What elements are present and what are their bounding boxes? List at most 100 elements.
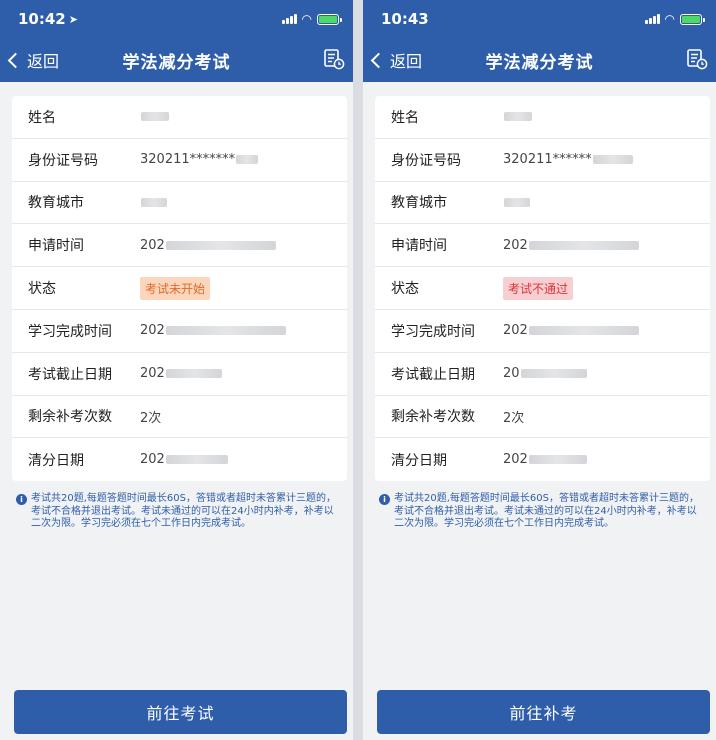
wifi-icon: ◠ (301, 12, 312, 26)
row-label: 清分日期 (391, 452, 447, 469)
exam-rules-notice: i 考试共20题,每题答题时间最长60S，答错或者超时未答累计三题的，考试不合格… (16, 493, 343, 531)
info-icon: i (379, 494, 390, 506)
redacted-mask (141, 112, 169, 122)
app-header: 10:43 ◠ 返回 学法减分考试 (363, 0, 716, 82)
nav-bar: 返回 学法减分考试 (0, 38, 353, 82)
redacted-mask (165, 240, 276, 250)
row-label: 状态 (391, 281, 419, 298)
row-label: 姓名 (391, 109, 419, 126)
row-value: 202 (503, 452, 528, 468)
row-label: 剩余补考次数 (391, 409, 475, 426)
redacted-mask (236, 155, 259, 165)
row-label: 身份证号码 (391, 152, 461, 169)
row-label: 学习完成时间 (391, 323, 475, 340)
info-icon: i (16, 494, 27, 506)
screen-exam-failed: 10:43 ◠ 返回 学法减分考试 姓名 身份证号码 320211****** … (363, 0, 716, 740)
info-row-study-complete-time: 学习完成时间 202 (12, 310, 347, 353)
redacted-mask (504, 197, 530, 207)
redacted-mask (528, 326, 639, 336)
screen-exam-not-started: 10:42 ➤ ◠ 返回 学法减分考试 姓名 身份证号码 320211*****… (0, 0, 353, 740)
redacted-mask (165, 326, 286, 336)
row-label: 学习完成时间 (28, 323, 112, 340)
info-row-status: 状态 考试未开始 (12, 267, 347, 310)
row-label: 考试截止日期 (391, 366, 475, 383)
row-value: 202 (503, 323, 528, 339)
wifi-icon: ◠ (664, 12, 675, 26)
redacted-mask (141, 197, 167, 207)
notice-text: 考试共20题,每题答题时间最长60S，答错或者超时未答累计三题的，考试不合格并退… (31, 493, 336, 530)
nav-bar: 返回 学法减分考试 (363, 38, 716, 82)
app-header: 10:42 ➤ ◠ 返回 学法减分考试 (0, 0, 353, 82)
status-time: 10:42 ➤ (18, 10, 78, 28)
battery-icon (317, 13, 342, 25)
info-row-name: 姓名 (375, 96, 710, 139)
info-row-exam-deadline: 考试截止日期 202 (12, 353, 347, 396)
status-bar: 10:43 ◠ (363, 0, 716, 38)
row-value: 202 (140, 366, 165, 382)
info-row-study-complete-time: 学习完成时间 202 (375, 310, 710, 353)
row-label: 清分日期 (28, 452, 84, 469)
info-row-clear-date: 清分日期 202 (375, 438, 710, 481)
info-row-exam-deadline: 考试截止日期 20 (375, 353, 710, 396)
system-indicators: ◠ (281, 12, 342, 26)
info-row-apply-time: 申请时间 202 (12, 224, 347, 268)
exam-rules-notice: i 考试共20题,每题答题时间最长60S，答错或者超时未答累计三题的，考试不合格… (379, 493, 706, 531)
row-value: 2次 (140, 410, 162, 426)
row-value: 320211******* (140, 152, 236, 168)
info-row-city: 教育城市 (12, 182, 347, 225)
row-value: 202 (140, 323, 165, 339)
row-value: 202 (503, 237, 528, 253)
document-clock-icon[interactable] (323, 48, 345, 70)
info-row-clear-date: 清分日期 202 (12, 438, 347, 481)
row-label: 考试截止日期 (28, 366, 112, 383)
row-label: 姓名 (28, 109, 56, 126)
row-label: 申请时间 (28, 238, 84, 255)
back-button[interactable]: 返回 (6, 48, 59, 72)
redacted-mask (520, 369, 587, 379)
row-label: 剩余补考次数 (28, 409, 112, 426)
redacted-mask (528, 455, 587, 465)
go-to-retake-button[interactable]: 前往补考 (377, 690, 710, 734)
info-row-retake-count: 剩余补考次数 2次 (375, 396, 710, 439)
status-badge: 考试不通过 (503, 276, 574, 300)
status-time: 10:43 (381, 10, 429, 28)
back-label: 返回 (390, 52, 423, 71)
status-badge: 考试未开始 (140, 276, 211, 300)
redacted-mask (165, 369, 222, 379)
go-to-exam-button[interactable]: 前往考试 (14, 690, 347, 734)
row-label: 教育城市 (28, 195, 84, 212)
info-row-apply-time: 申请时间 202 (375, 224, 710, 268)
signal-icon (281, 14, 297, 24)
row-value: 202 (140, 452, 165, 468)
row-value: 320211****** (503, 152, 592, 168)
row-label: 教育城市 (391, 195, 447, 212)
row-label: 申请时间 (391, 238, 447, 255)
notice-text: 考试共20题,每题答题时间最长60S，答错或者超时未答累计三题的，考试不合格并退… (394, 493, 699, 530)
exam-info-card: 姓名 身份证号码 320211******* 教育城市 申请时间 202 状态 … (12, 96, 347, 482)
redacted-mask (165, 455, 228, 465)
redacted-mask (592, 155, 633, 165)
chevron-left-icon (7, 52, 24, 68)
system-indicators: ◠ (644, 12, 705, 26)
exam-info-card: 姓名 身份证号码 320211****** 教育城市 申请时间 202 状态 考… (375, 96, 710, 482)
row-value: 202 (140, 237, 165, 253)
info-row-id-number: 身份证号码 320211******* (12, 139, 347, 182)
document-clock-icon[interactable] (686, 48, 708, 70)
redacted-mask (528, 240, 639, 250)
signal-icon (644, 14, 660, 24)
back-label: 返回 (27, 52, 60, 71)
info-row-id-number: 身份证号码 320211****** (375, 139, 710, 182)
battery-icon (680, 13, 705, 25)
info-row-retake-count: 剩余补考次数 2次 (12, 396, 347, 439)
back-button[interactable]: 返回 (369, 48, 422, 72)
row-value: 20 (503, 366, 520, 382)
info-row-name: 姓名 (12, 96, 347, 139)
location-arrow-icon: ➤ (68, 12, 78, 26)
info-row-city: 教育城市 (375, 182, 710, 225)
row-value: 2次 (503, 410, 525, 426)
info-row-status: 状态 考试不通过 (375, 267, 710, 310)
row-label: 状态 (28, 281, 56, 298)
chevron-left-icon (370, 52, 387, 68)
redacted-mask (504, 112, 532, 122)
row-label: 身份证号码 (28, 152, 98, 169)
